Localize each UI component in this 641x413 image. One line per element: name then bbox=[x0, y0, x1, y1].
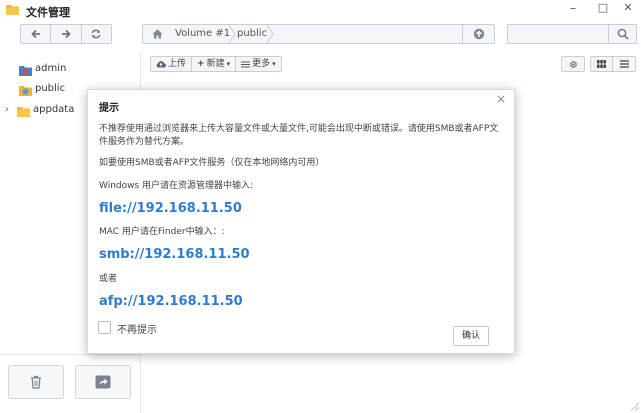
back-button[interactable] bbox=[21, 25, 52, 43]
confirm-button[interactable]: 确认 bbox=[453, 326, 489, 346]
home-button[interactable] bbox=[143, 25, 171, 43]
gear-icon bbox=[569, 60, 577, 68]
dialog-or-text: 或者 bbox=[99, 274, 118, 284]
cloud-upload-icon bbox=[156, 61, 166, 68]
caret-down-icon: ▾ bbox=[226, 60, 231, 68]
trash-icon bbox=[31, 375, 41, 389]
grid-view-button[interactable] bbox=[591, 57, 613, 71]
dont-show-checkbox[interactable] bbox=[98, 321, 111, 334]
dont-show-label[interactable]: 不再提示 bbox=[117, 321, 157, 336]
refresh-button[interactable] bbox=[82, 25, 111, 43]
dialog-close-icon[interactable]: × bbox=[496, 92, 506, 106]
maximize-button[interactable]: □ bbox=[592, 0, 614, 18]
search-button[interactable] bbox=[608, 25, 636, 43]
dialog-smb-hint: 如要使用SMB或者AFP文件服务（仅在本地网络内可用） bbox=[99, 158, 325, 168]
dialog-file-url: file://192.168.11.50 bbox=[99, 201, 242, 216]
more-label: 更多 bbox=[252, 59, 271, 69]
folder-icon bbox=[17, 107, 30, 117]
sidebar-item-label: appdata bbox=[33, 104, 75, 115]
breadcrumb-public[interactable]: public bbox=[231, 25, 267, 43]
more-button[interactable]: 更多 ▾ bbox=[236, 57, 281, 71]
user-folder-icon bbox=[19, 66, 32, 76]
dialog-title: 提示 bbox=[99, 103, 119, 114]
forward-button[interactable] bbox=[51, 25, 82, 43]
upload-arrow-icon bbox=[473, 28, 484, 40]
sidebar-item-label: public bbox=[35, 83, 66, 94]
search-icon bbox=[617, 28, 629, 40]
navigation-buttons bbox=[20, 24, 112, 44]
breadcrumb-volume[interactable]: Volume #1 bbox=[169, 25, 230, 43]
upload-label: 上传 bbox=[168, 59, 187, 69]
grid-view-icon bbox=[597, 60, 606, 68]
search-input[interactable] bbox=[508, 25, 610, 43]
folder-icon bbox=[6, 5, 19, 15]
share-icon bbox=[95, 375, 111, 389]
breadcrumb-separator-icon bbox=[266, 25, 274, 43]
refresh-icon bbox=[91, 29, 101, 39]
minimize-button[interactable]: – bbox=[562, 0, 584, 18]
view-settings bbox=[561, 56, 585, 72]
search-bar bbox=[507, 24, 637, 44]
caret-down-icon: ▾ bbox=[272, 60, 276, 68]
dialog-afp-url: afp://192.168.11.50 bbox=[99, 294, 243, 309]
share-button[interactable] bbox=[75, 365, 131, 399]
sidebar-item-admin[interactable]: admin bbox=[0, 61, 140, 79]
address-bar[interactable]: Volume #1 public bbox=[142, 24, 495, 44]
view-mode-toggle bbox=[590, 56, 636, 72]
new-button[interactable]: + 新建 ▾ bbox=[192, 57, 237, 71]
dialog-windows-hint: Windows 用户请在资源管理器中输入: bbox=[99, 181, 254, 191]
dialog-smb-url: smb://192.168.11.50 bbox=[99, 247, 250, 262]
new-label: 新建 bbox=[206, 59, 225, 69]
close-button[interactable]: ✕ bbox=[617, 0, 639, 18]
upload-button[interactable]: 上传 bbox=[151, 57, 193, 71]
public-folder-icon bbox=[19, 86, 32, 96]
arrow-left-icon bbox=[30, 29, 40, 39]
settings-button[interactable] bbox=[562, 57, 584, 71]
trash-button[interactable] bbox=[8, 365, 64, 399]
parent-folder-button[interactable] bbox=[462, 25, 494, 43]
title-bar: 文件管理 – □ ✕ bbox=[0, 0, 641, 22]
plus-icon: + bbox=[197, 59, 205, 69]
menu-lines-icon bbox=[241, 61, 251, 67]
dialog-mac-hint: MAC 用户请在Finder中输入：: bbox=[99, 227, 225, 237]
list-view-button[interactable] bbox=[613, 57, 635, 71]
expand-arrow-icon[interactable]: › bbox=[5, 104, 9, 115]
dialog-warning-text: 不推荐使用通过浏览器来上传大容量文件或大量文件,可能会出现中断或错误。请使用SM… bbox=[99, 124, 499, 147]
home-icon bbox=[152, 29, 162, 39]
list-view-icon bbox=[619, 60, 629, 68]
sidebar-actions bbox=[0, 354, 140, 413]
file-actions: 上传 + 新建 ▾ 更多 ▾ bbox=[150, 56, 282, 72]
resize-grip-icon[interactable] bbox=[631, 403, 639, 411]
sidebar-item-label: admin bbox=[35, 63, 67, 74]
arrow-right-icon bbox=[61, 29, 71, 39]
info-dialog: 提示 × 不推荐使用通过浏览器来上传大容量文件或大量文件,可能会出现中断或错误。… bbox=[87, 89, 515, 354]
window-title: 文件管理 bbox=[26, 6, 70, 19]
